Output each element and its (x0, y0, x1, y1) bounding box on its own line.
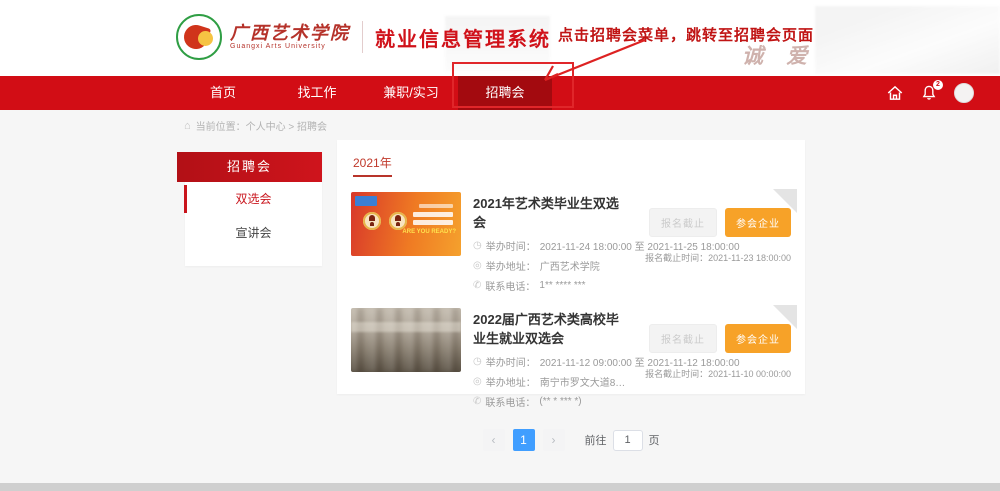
fair-actions: 报名截止 参会企业 报名截止时间：2021-11-10 00:00:00 (631, 308, 791, 409)
footer-strip (0, 483, 1000, 491)
home-icon[interactable] (886, 84, 904, 102)
fair-time-row: ◷ 举办时间： 2021-11-12 09:00:00 至 2021-11-12… (473, 354, 631, 369)
fair-title[interactable]: 2021年艺术类毕业生双选会 (473, 193, 631, 231)
time-label: 举办时间： (486, 354, 536, 369)
nav-menu: 首页 找工作 兼职/实习 招聘会 (176, 76, 552, 110)
address-value: 广西艺术学院 (540, 258, 600, 273)
university-logo-icon (176, 14, 222, 60)
page: 诚 爱 广西艺术学院 Guangxi Arts University 就业信息管… (0, 0, 1000, 491)
job-fair-card: ARE YOU READY? 2021年艺术类毕业生双选会 ◷ 举办时间： 20… (351, 192, 791, 293)
corner-ribbon-icon (773, 305, 797, 329)
user-avatar[interactable] (954, 83, 974, 103)
address-label: 举办地址： (486, 374, 536, 389)
deadline-value: 2021-11-23 18:00:00 (708, 253, 791, 263)
fair-actions: 报名截止 参会企业 报名截止时间：2021-11-23 18:00:00 (631, 192, 791, 293)
pagination-next-button[interactable]: › (543, 429, 565, 451)
phone-icon: ✆ (473, 396, 481, 407)
active-indicator-bar (184, 185, 187, 213)
phone-value: (** * *** *) (539, 396, 581, 407)
button-row: 报名截止 参会企业 (631, 208, 791, 237)
tab-year-2021[interactable]: 2021年 (353, 154, 392, 177)
time-label: 举办时间： (486, 238, 536, 253)
thumb-text-bar (419, 204, 453, 208)
figure-icon (389, 212, 407, 230)
clock-icon: ◷ (473, 356, 482, 367)
job-fair-card: 2022届广西艺术类高校毕业生就业双选会 ◷ 举办时间： 2021-11-12 … (351, 308, 791, 409)
job-fair-list-panel: 2021年 ARE YOU READY? 2021年艺术类毕业生双选会 ◷ (337, 140, 805, 394)
thumb-slogan: ARE YOU READY? (402, 229, 456, 235)
fair-phone-row: ✆ 联系电话： (** * *** *) (473, 394, 631, 409)
nav-item-parttime[interactable]: 兼职/实习 (364, 76, 458, 110)
fair-phone-row: ✆ 联系电话： 1** **** *** (473, 278, 631, 293)
phone-value: 1** **** *** (539, 280, 585, 291)
pagination: ‹ 1 › 前往 页 (351, 429, 791, 451)
fair-address-row: ◎ 举办地址： 广西艺术学院 (473, 258, 631, 273)
phone-label: 联系电话： (485, 278, 535, 293)
content-area: ⌂ 当前位置：个人中心 > 招聘会 招聘会 双选会 宣讲会 2021年 (0, 110, 1000, 483)
deadline-label: 报名截止时间： (645, 369, 708, 379)
breadcrumb-home-icon: ⌂ (184, 120, 191, 132)
fair-title[interactable]: 2022届广西艺术类高校毕业生就业双选会 (473, 309, 631, 347)
page-unit-label: 页 (649, 432, 660, 448)
breadcrumb: ⌂ 当前位置：个人中心 > 招聘会 (0, 110, 1000, 133)
address-label: 举办地址： (486, 258, 536, 273)
building-watermark-right (815, 6, 1000, 74)
logo-divider (362, 21, 363, 53)
annotation-text: 点击招聘会菜单，跳转至招聘会页面 (558, 24, 814, 45)
corner-ribbon-icon (773, 189, 797, 213)
clock-icon: ◷ (473, 240, 482, 251)
system-title: 就业信息管理系统 (375, 23, 551, 52)
logo-yellow-shape (198, 31, 213, 46)
sidebar-item-label: 宣讲会 (235, 226, 271, 240)
fair-address-row: ◎ 举办地址： 南宁市罗文大道8号广西艺术学院相思湖校区足球场 (473, 374, 631, 389)
university-name: 广西艺术学院 Guangxi Arts University (230, 24, 350, 50)
nav-item-home[interactable]: 首页 (176, 76, 270, 110)
location-icon: ◎ (473, 260, 482, 271)
nav-right-tools: 2 (886, 76, 974, 110)
fair-info: 2021年艺术类毕业生双选会 ◷ 举办时间： 2021-11-24 18:00:… (473, 192, 631, 293)
sidebar-item-label: 双选会 (235, 192, 271, 206)
breadcrumb-text: 当前位置：个人中心 > 招聘会 (196, 118, 327, 133)
nav-item-find-job[interactable]: 找工作 (270, 76, 364, 110)
phone-icon: ✆ (473, 280, 481, 291)
notification-bell-icon[interactable]: 2 (920, 84, 938, 102)
location-icon: ◎ (473, 376, 482, 387)
nav-item-job-fair[interactable]: 招聘会 (458, 76, 552, 110)
main-navbar: 首页 找工作 兼职/实习 招聘会 2 (0, 76, 1000, 110)
top-header: 诚 爱 广西艺术学院 Guangxi Arts University 就业信息管… (0, 0, 1000, 76)
thumb-text-bar (413, 212, 453, 217)
sidebar: 招聘会 双选会 宣讲会 (185, 152, 322, 266)
pagination-page-1[interactable]: 1 (513, 429, 535, 451)
registration-closed-button[interactable]: 报名截止 (649, 324, 717, 353)
phone-label: 联系电话： (485, 394, 535, 409)
sidebar-item-two-way-fair[interactable]: 双选会 (185, 182, 322, 216)
fair-info: 2022届广西艺术类高校毕业生就业双选会 ◷ 举办时间： 2021-11-12 … (473, 308, 631, 409)
pagination-goto: 前往 页 (585, 430, 660, 451)
university-name-zh: 广西艺术学院 (230, 24, 350, 43)
goto-label: 前往 (585, 432, 607, 448)
photo-texture (351, 308, 461, 372)
deadline-label: 报名截止时间： (645, 253, 708, 263)
photo-highlight (351, 322, 461, 332)
goto-page-input[interactable] (613, 430, 643, 451)
address-value: 南宁市罗文大道8号广西艺术学院相思湖校区足球场 (540, 374, 631, 389)
notification-badge: 2 (933, 80, 943, 90)
registration-deadline: 报名截止时间：2021-11-23 18:00:00 (631, 251, 791, 264)
thumb-text-bar (413, 220, 453, 225)
registration-closed-button[interactable]: 报名截止 (649, 208, 717, 237)
registration-deadline: 报名截止时间：2021-11-10 00:00:00 (631, 367, 791, 380)
deadline-value: 2021-11-10 00:00:00 (708, 369, 791, 379)
sidebar-header: 招聘会 (177, 152, 322, 182)
fair-time-row: ◷ 举办时间： 2021-11-24 18:00:00 至 2021-11-25… (473, 238, 631, 253)
fair-thumbnail[interactable]: ARE YOU READY? (351, 192, 461, 256)
logo[interactable]: 广西艺术学院 Guangxi Arts University 就业信息管理系统 (176, 14, 551, 60)
button-row: 报名截止 参会企业 (631, 324, 791, 353)
fair-thumbnail[interactable] (351, 308, 461, 372)
university-name-en: Guangxi Arts University (230, 43, 350, 50)
figure-icon (363, 212, 381, 230)
sidebar-item-info-session[interactable]: 宣讲会 (185, 216, 322, 250)
pagination-prev-button[interactable]: ‹ (483, 429, 505, 451)
thumb-tag (355, 196, 377, 206)
